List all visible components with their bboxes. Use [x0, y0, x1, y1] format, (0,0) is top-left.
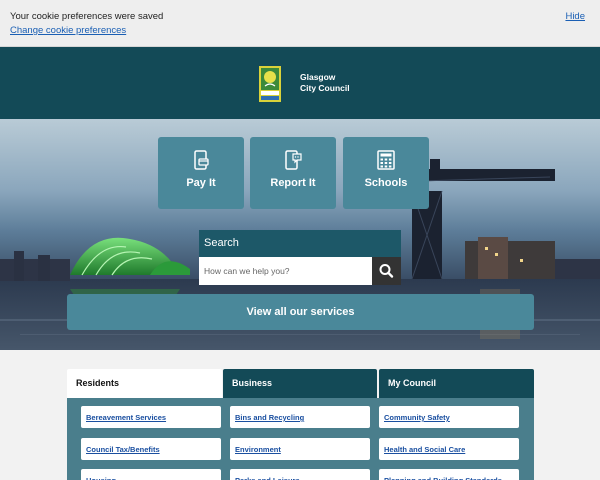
- tab-business[interactable]: Business: [223, 369, 377, 398]
- cookie-banner: Your cookie preferences were saved Chang…: [0, 0, 600, 47]
- tab-my-council[interactable]: My Council: [379, 369, 534, 398]
- council-name-line1: Glasgow: [300, 72, 336, 82]
- view-all-services-button[interactable]: View all our services: [67, 294, 534, 330]
- service-link[interactable]: Community Safety: [379, 406, 519, 428]
- glasgow-crest-logo[interactable]: [259, 66, 281, 102]
- service-link[interactable]: Parks and Leisure: [230, 469, 370, 480]
- calculator-icon: [377, 150, 395, 170]
- service-tabs: Residents Business My Council: [67, 369, 534, 398]
- tab-residents[interactable]: Residents: [67, 369, 222, 398]
- service-link[interactable]: Bins and Recycling: [230, 406, 370, 428]
- report-it-label: Report It: [270, 177, 316, 189]
- search-title: Search: [199, 230, 401, 257]
- search-button[interactable]: [372, 257, 401, 285]
- service-link[interactable]: Planning and Building Standards: [379, 469, 519, 480]
- phone-report-icon: [285, 150, 302, 170]
- report-it-tile[interactable]: Report It: [250, 137, 336, 209]
- site-header: Glasgow City Council: [0, 47, 600, 119]
- service-link[interactable]: Environment: [230, 438, 370, 460]
- search-box: Search: [199, 230, 401, 285]
- search-input[interactable]: [199, 257, 372, 285]
- council-name-line2: City Council: [300, 83, 350, 93]
- hero-banner: Pay It Report It Schools Search How can …: [0, 119, 600, 350]
- schools-tile[interactable]: Schools: [343, 137, 429, 209]
- pay-it-tile[interactable]: Pay It: [158, 137, 244, 209]
- service-link[interactable]: Housing: [81, 469, 221, 480]
- search-icon: [379, 264, 394, 278]
- residents-services-panel: Bereavement Services Bins and Recycling …: [67, 398, 534, 480]
- cookie-message: Your cookie preferences were saved: [10, 11, 164, 22]
- service-link[interactable]: Bereavement Services: [81, 406, 221, 428]
- council-name[interactable]: Glasgow City Council: [300, 72, 350, 94]
- service-link[interactable]: Council Tax/Benefits: [81, 438, 221, 460]
- hide-cookie-banner-link[interactable]: Hide: [565, 11, 585, 22]
- change-cookie-preferences-link[interactable]: Change cookie preferences: [10, 25, 126, 36]
- service-link[interactable]: Health and Social Care: [379, 438, 519, 460]
- pay-it-label: Pay It: [186, 177, 216, 189]
- phone-payment-icon: [194, 150, 209, 170]
- schools-label: Schools: [364, 177, 408, 189]
